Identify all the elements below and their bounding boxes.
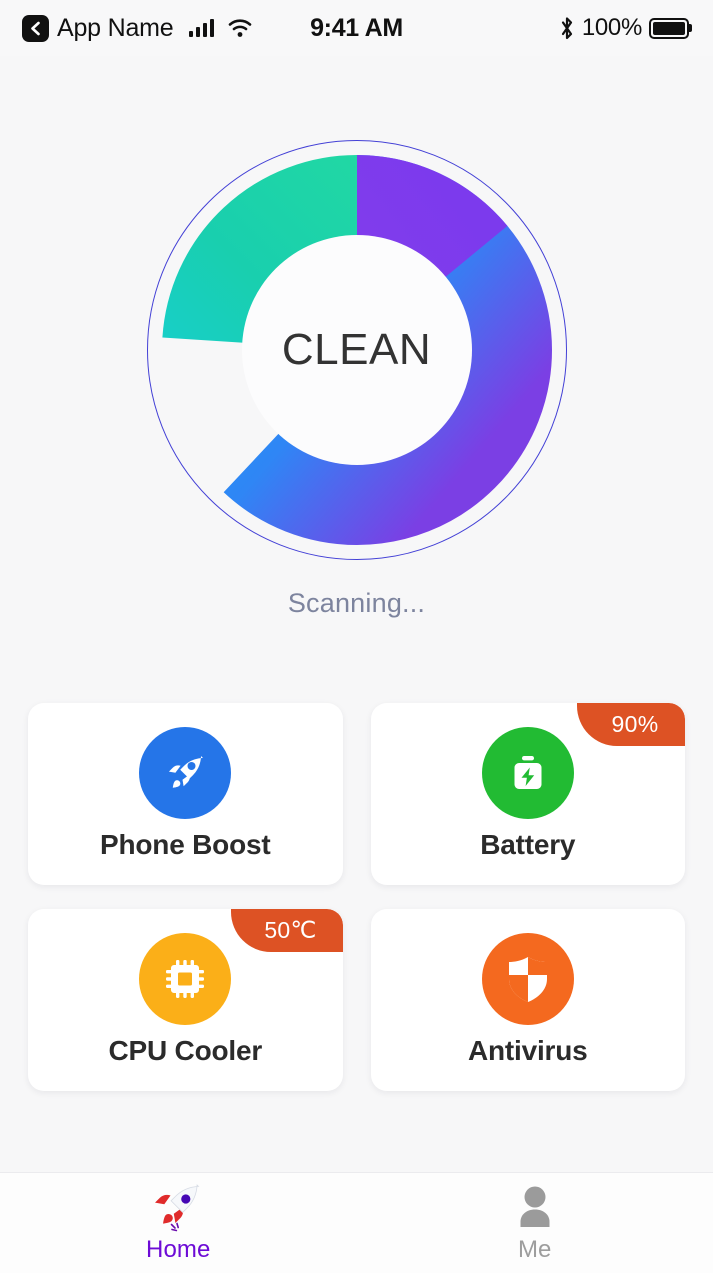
bluetooth-icon — [559, 16, 575, 41]
status-bar: App Name 9:41 AM 100% — [0, 0, 713, 56]
feature-grid: Phone Boost 90% Battery 50℃ CPU Cooler A… — [28, 703, 685, 1091]
feature-card-phone-boost[interactable]: Phone Boost — [28, 703, 343, 885]
feature-card-antivirus[interactable]: Antivirus — [370, 909, 685, 1091]
feature-label: Antivirus — [467, 1035, 588, 1066]
tab-me-label: Me — [517, 1236, 552, 1263]
scanner-section: CLEAN Scanning... — [0, 140, 713, 619]
battery-badge: 90% — [577, 703, 685, 746]
rocket-icon — [139, 727, 232, 819]
feature-label: CPU Cooler — [108, 1035, 263, 1066]
battery-percent-label: 100% — [581, 14, 642, 41]
shield-icon — [481, 933, 574, 1025]
cellular-signal-icon — [188, 19, 215, 37]
feature-label: Phone Boost — [100, 829, 271, 860]
feature-label: Battery — [480, 829, 576, 860]
cpu-chip-icon — [139, 933, 232, 1025]
status-bar-left: App Name — [22, 14, 252, 43]
tab-home[interactable]: Home — [0, 1173, 357, 1273]
cpu-temperature-badge: 50℃ — [230, 909, 343, 952]
scanning-text: Scanning... — [287, 588, 426, 618]
scan-status-label: CLEAN — [281, 325, 432, 374]
back-chevron-icon[interactable] — [22, 14, 49, 42]
scan-ring-center: CLEAN — [241, 235, 472, 465]
bottom-tab-bar: Home Me — [0, 1172, 713, 1273]
status-bar-right: 100% — [559, 14, 689, 42]
scan-ring[interactable]: CLEAN — [146, 140, 567, 560]
feature-card-cpu-cooler[interactable]: 50℃ CPU Cooler — [28, 909, 343, 1091]
tab-me[interactable]: Me — [357, 1173, 713, 1273]
tab-home-label: Home — [146, 1236, 211, 1263]
rocket-emoji-icon — [151, 1182, 205, 1234]
feature-card-battery[interactable]: 90% Battery — [370, 703, 685, 885]
wifi-icon — [228, 18, 252, 38]
battery-full-icon — [649, 17, 689, 39]
person-icon — [510, 1182, 560, 1234]
app-name-label: App Name — [57, 13, 174, 42]
battery-charging-icon — [481, 727, 574, 819]
